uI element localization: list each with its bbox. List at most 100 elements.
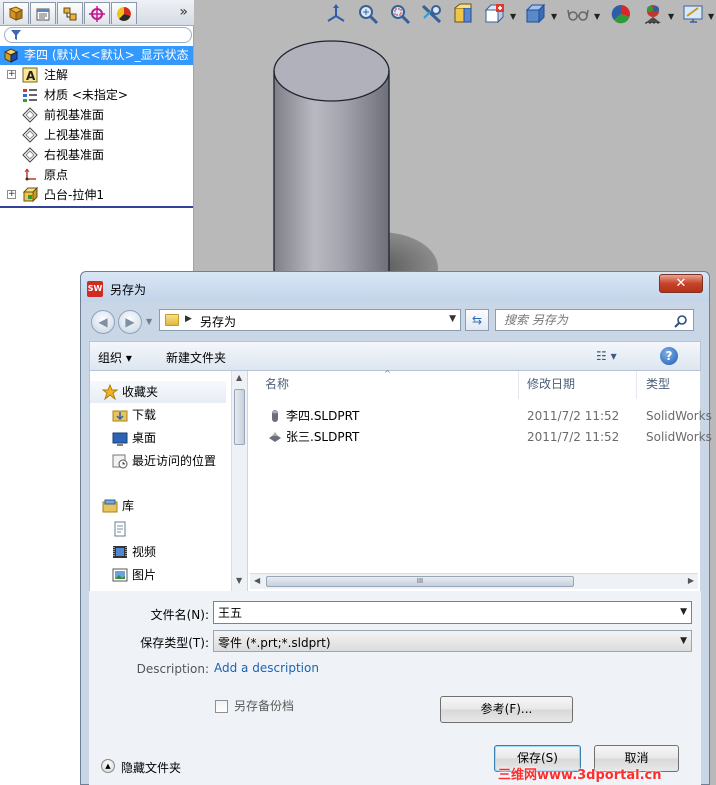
search-box[interactable] [495,309,694,331]
file-list-scrollbar[interactable]: ◀ III ▶ [250,573,698,589]
nav-item-pictures[interactable]: 图片 [90,564,226,586]
tabs-more-button[interactable]: » [179,4,188,20]
new-folder-button[interactable]: 新建文件夹 [166,349,226,366]
file-row[interactable]: 张三.SLDPRT 2011/7/2 11:52 SolidWorks [265,427,712,448]
view-orientation-button[interactable] [322,0,350,28]
add-description-link[interactable]: Add a description [214,661,319,675]
nav-item-label: 库 [122,499,135,513]
view-cube-icon [484,3,505,24]
filename-field[interactable]: ▼ [213,601,692,624]
breadcrumb-separator-icon[interactable]: ▶ [185,314,192,324]
cylinder-model[interactable] [240,40,460,300]
dropdown-arrow[interactable]: ▼ [551,12,557,21]
tree-item-material[interactable]: 材质 <未指定> [0,85,193,105]
refresh-button[interactable]: ⇆ [465,309,489,331]
file-name: 张三.SLDPRT [286,430,360,444]
filetype-value: 零件 (*.prt;*.sldprt) [218,636,331,650]
nav-item-libraries[interactable]: 库 [90,495,226,517]
tree-item-label: 凸台-拉伸1 [44,188,104,202]
configuration-manager-tab[interactable] [57,2,83,24]
scroll-left-arrow[interactable]: ◀ [254,576,260,585]
tree-item-label: 注解 [44,68,69,82]
column-divider[interactable] [636,371,637,399]
expand-toggle[interactable]: + [7,70,16,79]
save-backup-checkbox[interactable] [215,700,228,713]
filename-label: 文件名(N): [150,608,209,622]
dialog-title: 另存为 [110,283,147,297]
scroll-down-arrow[interactable]: ▼ [236,576,242,585]
filetype-select[interactable]: 零件 (*.prt;*.sldprt) ▼ [213,630,692,652]
plane-icon [22,107,38,123]
previous-view-button[interactable] [418,0,446,28]
file-row[interactable]: 李四.SLDPRT 2011/7/2 11:52 SolidWorks [265,406,712,427]
description-label: Description: [136,662,209,676]
zoom-to-fit-button[interactable] [354,0,382,28]
svg-text:A: A [26,69,36,83]
forward-button[interactable]: ▶ [118,310,142,334]
expand-toggle[interactable]: + [7,190,16,199]
close-button[interactable]: ✕ [659,274,703,293]
property-manager-tab[interactable] [30,2,56,24]
apply-scene-button[interactable] [639,0,667,28]
address-dropdown-icon[interactable]: ▼ [449,314,456,324]
panel-separator [0,206,193,208]
scroll-up-arrow[interactable]: ▲ [236,373,242,382]
dimxpert-icon [89,5,105,22]
search-input[interactable] [504,313,674,327]
nav-item-label: 图片 [132,568,157,582]
nav-pane-scrollbar[interactable]: ▲ ▼ [231,371,247,591]
monitor-settings-icon [683,5,703,23]
back-button[interactable]: ◀ [91,310,115,334]
display-style-button[interactable] [522,0,550,28]
scrollbar-thumb[interactable]: III [266,576,574,587]
feature-tree-tab[interactable] [3,2,29,24]
tree-item-label: 原点 [44,168,69,182]
nav-item-documents[interactable] [90,518,226,540]
view-settings-button[interactable] [680,0,708,28]
filename-input[interactable] [218,605,658,619]
nav-item-recent-places[interactable]: 最近访问的位置 [90,450,226,472]
column-header-name[interactable]: 名称 [265,375,289,392]
references-button[interactable]: 参考(F)... [440,696,573,723]
nav-item-desktop[interactable]: 桌面 [90,427,226,449]
view-orientation-menu-button[interactable] [481,0,509,28]
pictures-icon [112,568,128,582]
chevron-up-icon: ▲ [101,759,115,773]
column-header-date[interactable]: 修改日期 [527,375,575,392]
tree-item-origin[interactable]: 原点 [0,165,193,185]
hide-show-items-button[interactable] [564,0,592,28]
dropdown-arrow[interactable]: ▼ [510,12,516,21]
change-view-button[interactable]: ☷ ▾ [596,349,636,365]
display-manager-tab[interactable] [111,2,137,24]
tree-root-part[interactable]: 李四 (默认<<默认>_显示状态 [0,46,193,65]
tree-item-top-plane[interactable]: 上视基准面 [0,125,193,145]
filename-dropdown-icon[interactable]: ▼ [680,607,687,617]
recent-locations-dropdown[interactable]: ▼ [146,317,152,326]
scrollbar-thumb[interactable] [234,389,245,445]
edit-appearance-button[interactable] [607,0,635,28]
nav-item-favorites[interactable]: 收藏夹 [90,381,226,403]
navigation-pane: 收藏夹 下载 桌面 最近访问的位置 库 视频 图片 ▲ ▼ [89,371,247,591]
column-divider[interactable] [518,371,519,399]
zoom-area-button[interactable] [386,0,414,28]
dropdown-arrow[interactable]: ▼ [594,12,600,21]
organize-button[interactable]: 组织 ▾ [98,349,132,366]
filetype-dropdown-icon[interactable]: ▼ [680,636,687,646]
dialog-titlebar[interactable]: SW 另存为 ✕ [81,272,709,302]
nav-item-downloads[interactable]: 下载 [90,404,226,426]
section-view-button[interactable] [449,0,477,28]
dropdown-arrow[interactable]: ▼ [708,12,714,21]
scroll-right-arrow[interactable]: ▶ [688,576,694,585]
nav-item-videos[interactable]: 视频 [90,541,226,563]
help-button[interactable]: ? [660,347,678,365]
address-bar[interactable]: ▶ 另存为 ▼ [159,309,461,331]
tree-item-annotations[interactable]: + A 注解 [0,65,193,85]
tree-item-extrude[interactable]: + 凸台-拉伸1 [0,185,193,205]
nav-item-label: 视频 [132,545,157,559]
column-header-type[interactable]: 类型 [646,375,670,392]
tree-item-right-plane[interactable]: 右视基准面 [0,145,193,165]
dropdown-arrow[interactable]: ▼ [668,12,674,21]
tree-item-front-plane[interactable]: 前视基准面 [0,105,193,125]
tree-filter[interactable] [4,27,192,43]
dimxpert-tab[interactable] [84,2,110,24]
